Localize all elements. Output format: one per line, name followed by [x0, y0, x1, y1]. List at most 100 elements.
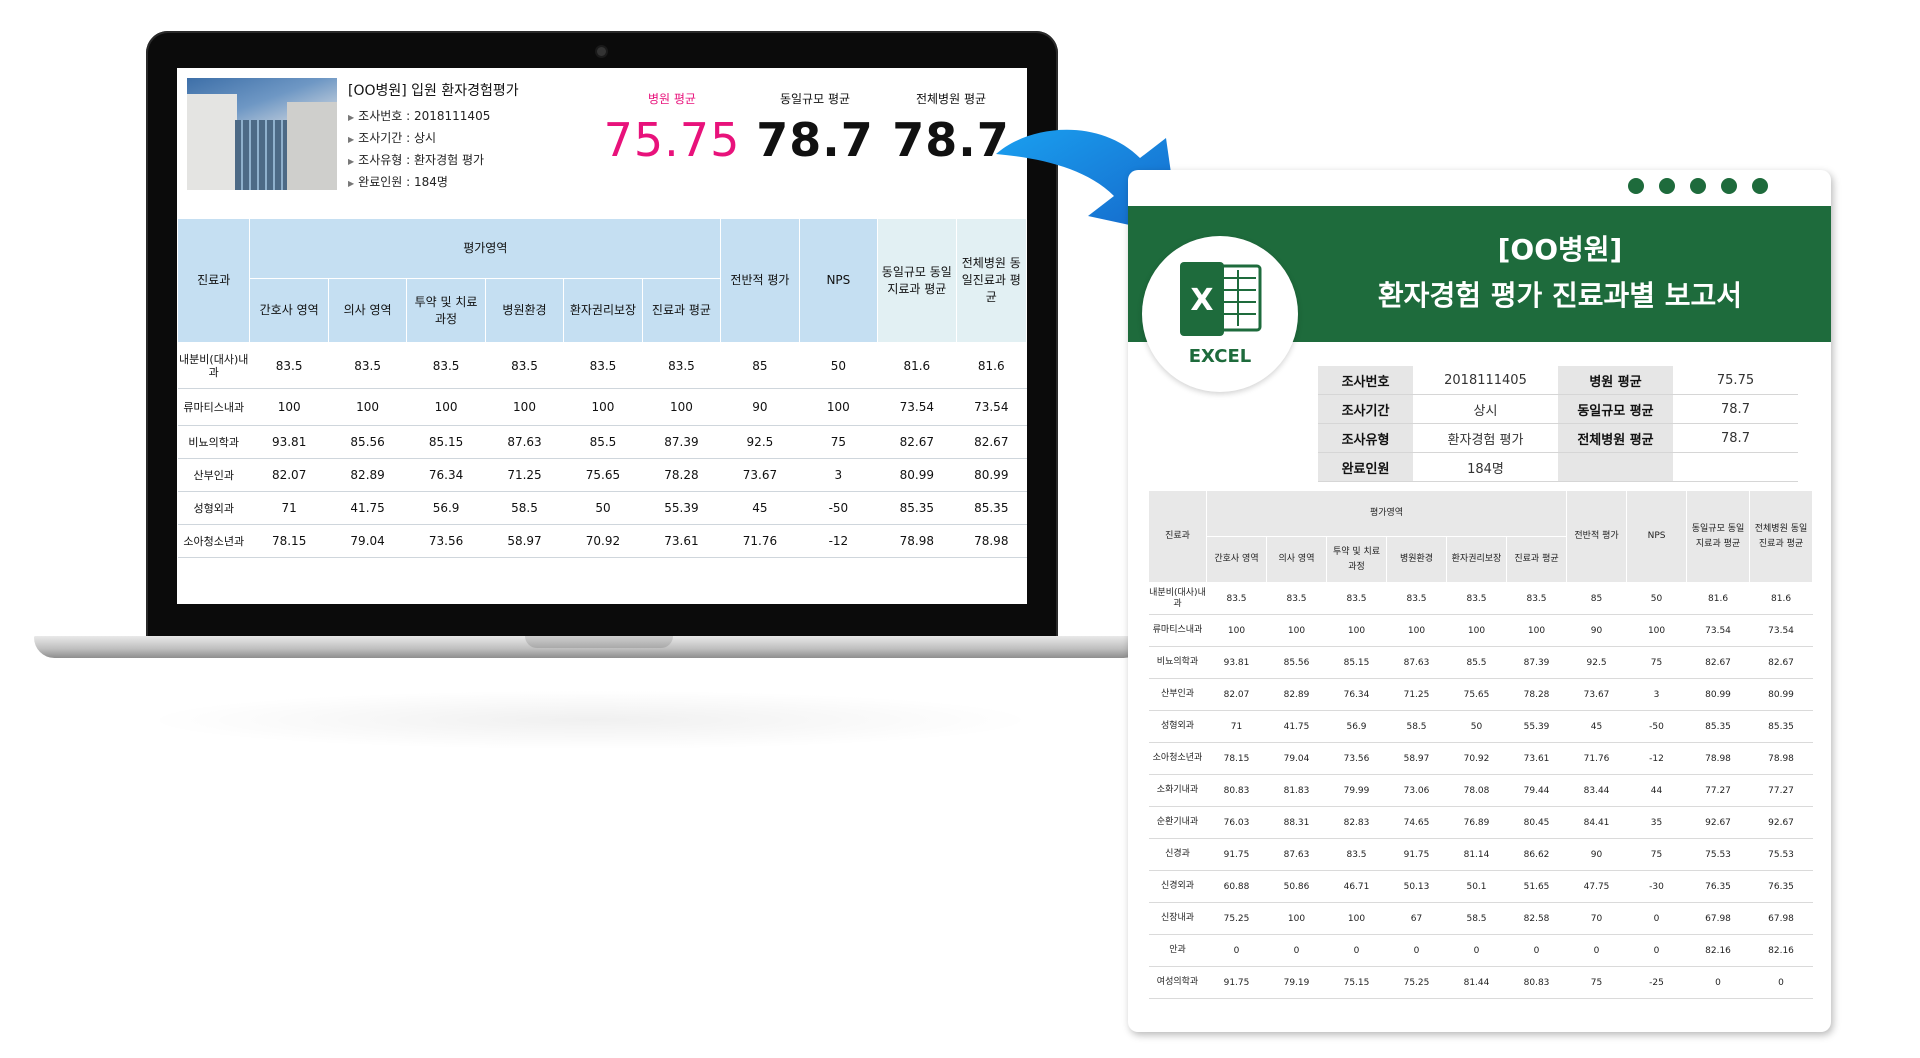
score-cell: 82.16	[1686, 934, 1750, 967]
score-cell: 50	[1626, 582, 1687, 615]
score-cell: 73.54	[877, 388, 957, 426]
score-cell: 100	[249, 388, 329, 426]
score-cell: 90	[720, 388, 800, 426]
score-cell: -12	[1626, 742, 1687, 775]
report-summary-table: 조사번호 2018111405 병원 평균 75.75 조사기간 상시 동일규모…	[1318, 366, 1798, 482]
table-row: 신경외과 60.88 50.86 46.71 50.13 50.1 51.65 47.75 -3…	[1148, 870, 1813, 903]
report-department-table: 진료과 평가영역 전반적 평가 NPS 동일규모 동일지료과 평균 전체병원 동…	[1148, 490, 1814, 999]
dept-header: 진료과	[177, 218, 251, 343]
score-cell: 81.6	[956, 342, 1027, 389]
summary-key: 병원 평균	[1558, 366, 1673, 395]
score-cell: 73.61	[1506, 742, 1567, 775]
score-cell: 83.5	[406, 342, 486, 389]
score-cell: 81.6	[1686, 582, 1750, 615]
score-cell: 90	[1566, 838, 1627, 871]
dept-name-cell: 류마티스내과	[1148, 614, 1207, 647]
score-cell: 85.56	[1266, 646, 1327, 679]
nps-header: NPS	[798, 218, 879, 343]
summary-key: 동일규모 평균	[1558, 394, 1673, 424]
score-cell: 75	[1626, 838, 1687, 871]
score-cell: 100	[1386, 614, 1447, 647]
table-row: 성형외과 71 41.75 56.9 58.5 50 55.39 45 -50 85.35 85.3…	[1148, 710, 1813, 743]
score-cell: 79.04	[328, 524, 407, 558]
score-cell: 58.97	[1386, 742, 1447, 775]
score-cell: 56.9	[406, 491, 486, 525]
score-cell: 79.44	[1506, 774, 1567, 807]
score-cell: 71	[1206, 710, 1267, 743]
score-cell: 0	[1686, 966, 1750, 999]
dept-name-cell: 비뇨의학과	[177, 425, 250, 459]
score-cell: 100	[1326, 614, 1387, 647]
score-cell: 73.54	[1749, 614, 1813, 647]
score-cell: 85.35	[1686, 710, 1750, 743]
dot-icon	[1752, 178, 1768, 194]
score-cell: 75	[799, 425, 878, 459]
score-cell: 85.35	[877, 491, 957, 525]
table-row: 안과 0 0 0 0 0 0 0 0 82.16 82.16	[1148, 934, 1813, 967]
dept-name-cell: 안과	[1148, 934, 1207, 967]
score-cell: 0	[1206, 934, 1267, 967]
score-cell: 87.39	[1506, 646, 1567, 679]
survey-title: [OO병원] 입원 환자경험평가	[348, 83, 519, 99]
dept-name-cell: 류마티스내과	[177, 388, 250, 426]
score-cell: 70	[1566, 902, 1627, 935]
score-cell: 80.45	[1506, 806, 1567, 839]
score-cell: 82.58	[1506, 902, 1567, 935]
score-cell: 85.5	[1446, 646, 1507, 679]
score-cell: 85.35	[1749, 710, 1813, 743]
score-cell: 87.63	[1266, 838, 1327, 871]
score-cell: 78.98	[1749, 742, 1813, 775]
score-cell: 82.67	[1686, 646, 1750, 679]
summary-key: 완료인원	[1318, 452, 1413, 482]
score-cell: 0	[1566, 934, 1627, 967]
hospital-average-score: 병원 평균 75.75	[603, 92, 741, 167]
score-cell: 100	[1266, 902, 1327, 935]
score-cell: 75.65	[1446, 678, 1507, 711]
sub-header: 간호사 영역	[1206, 536, 1267, 583]
score-cell: 58.5	[1386, 710, 1447, 743]
laptop-screen: [OO병원] 입원 환자경험평가 ▶ 조사번호 : 2018111405 ▶ 조사기…	[177, 68, 1027, 604]
dept-name-cell: 신장내과	[1148, 902, 1207, 935]
score-cell: 50	[1446, 710, 1507, 743]
dept-name-cell: 소아청소년과	[1148, 742, 1207, 775]
score-cell: 0	[1446, 934, 1507, 967]
sub-header: 진료과 평균	[641, 278, 722, 343]
score-cell: 85.5	[563, 425, 643, 459]
score-cell: 0	[1386, 934, 1447, 967]
score-cell: 46.71	[1326, 870, 1387, 903]
score-cell: 71.25	[1386, 678, 1447, 711]
score-cell: 83.5	[642, 342, 721, 389]
score-cell: 100	[485, 388, 564, 426]
score-cell: 85.56	[328, 425, 407, 459]
score-cell: 82.16	[1749, 934, 1813, 967]
score-cell: 75	[1566, 966, 1627, 999]
score-cell: 82.83	[1326, 806, 1387, 839]
score-cell: 83.5	[249, 342, 329, 389]
score-cell: 0	[1266, 934, 1327, 967]
sub-header: 의사 영역	[327, 278, 408, 343]
score-cell: 100	[563, 388, 643, 426]
summary-row: 조사유형 환자경험 평가 전체병원 평균 78.7	[1318, 423, 1798, 453]
score-cell: 76.03	[1206, 806, 1267, 839]
score-cell: 76.89	[1446, 806, 1507, 839]
score-cell: 73.06	[1386, 774, 1447, 807]
score-cell: 90	[1566, 614, 1627, 647]
table-row: 소아청소년과 78.15 79.04 73.56 58.97 70.92 73.61 71.7…	[1148, 742, 1813, 775]
excel-icon: X	[1180, 262, 1262, 336]
score-cell: 75.65	[563, 458, 643, 492]
score-cell: 100	[1626, 614, 1687, 647]
score-cell: 73.67	[720, 458, 800, 492]
summary-value: 78.7	[1673, 394, 1798, 424]
score-cell: 75	[1626, 646, 1687, 679]
score-cell: 45	[1566, 710, 1627, 743]
score-cell: 50	[563, 491, 643, 525]
excel-label: EXCEL	[1188, 346, 1252, 367]
score-cell: 83.5	[563, 342, 643, 389]
dot-icon	[1659, 178, 1675, 194]
score-cell: 58.97	[485, 524, 564, 558]
dot-icon	[1628, 178, 1644, 194]
table-row: 산부인과 82.07 82.89 76.34 71.25 75.65 78.28 73.67 3…	[177, 458, 1027, 492]
score-cell: 87.39	[642, 425, 721, 459]
table-row: 신장내과 75.25 100 100 67 58.5 82.58 70 0 67.98 67.98	[1148, 902, 1813, 935]
score-cell: 81.44	[1446, 966, 1507, 999]
